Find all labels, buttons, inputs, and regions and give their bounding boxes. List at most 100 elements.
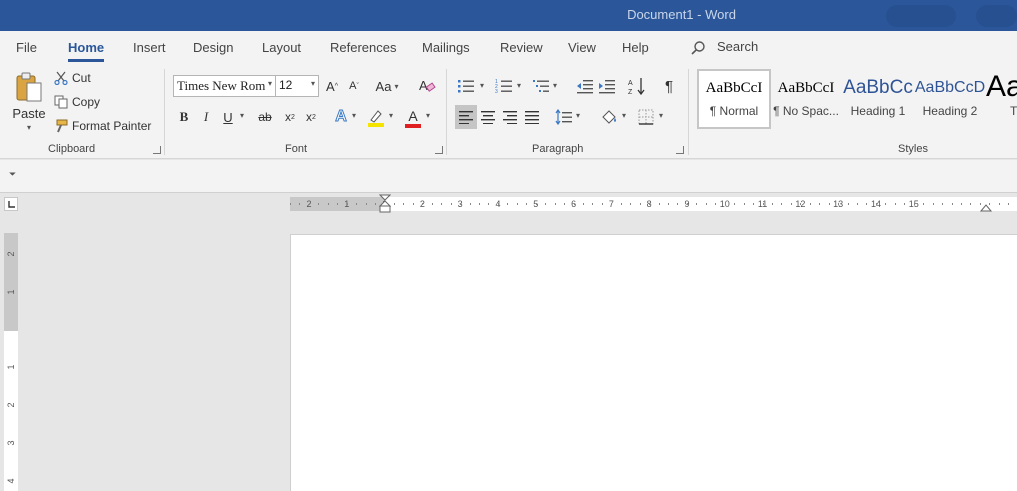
clipboard-launcher-icon[interactable] xyxy=(153,146,161,154)
tab-design[interactable]: Design xyxy=(193,40,233,55)
style-title[interactable]: Aa T xyxy=(986,71,1017,127)
horizontal-ruler[interactable]: 21123456789101112131415 xyxy=(290,194,1017,214)
align-left-button[interactable] xyxy=(455,105,477,129)
style-normal-label: ¶ Normal xyxy=(709,104,759,118)
tab-file[interactable]: File xyxy=(16,40,37,55)
change-case-button[interactable]: Aa ▾ xyxy=(372,77,402,95)
line-spacing-button[interactable] xyxy=(553,106,575,128)
ruler-tick xyxy=(913,203,915,205)
superscript-button[interactable]: x2 xyxy=(302,108,320,126)
line-spacing-dropdown-icon[interactable]: ▾ xyxy=(576,111,580,120)
font-size-select[interactable]: 12 ▾ xyxy=(275,75,319,97)
font-color-dropdown-icon[interactable]: ▾ xyxy=(426,111,430,120)
tab-layout[interactable]: Layout xyxy=(262,40,301,55)
underline-dropdown-icon[interactable]: ▾ xyxy=(240,111,244,120)
grow-font-button[interactable]: A ^ xyxy=(323,77,341,95)
ruler-tick xyxy=(403,203,405,205)
style-heading-2[interactable]: AaBbCcD Heading 2 xyxy=(914,71,986,127)
ruler-tick xyxy=(630,203,632,205)
highlight-button[interactable] xyxy=(366,107,386,129)
strikethrough-button[interactable]: ab xyxy=(255,108,275,126)
ruler-tick xyxy=(734,203,736,205)
copy-button[interactable]: Copy xyxy=(54,92,100,112)
align-right-button[interactable] xyxy=(500,105,520,129)
font-color-glyph: A xyxy=(408,107,418,124)
ruler-tick xyxy=(441,203,443,205)
text-effects-dropdown-icon[interactable]: ▾ xyxy=(352,111,356,120)
align-center-button[interactable] xyxy=(478,105,498,129)
ruler-tick xyxy=(318,203,320,205)
tab-references[interactable]: References xyxy=(330,40,396,55)
show-formatting-marks-button[interactable]: ¶ xyxy=(659,76,679,96)
ruler-tick xyxy=(516,203,518,205)
tab-review[interactable]: Review xyxy=(500,40,543,55)
ruler-tick xyxy=(857,203,858,205)
numbering-button[interactable]: 1 2 3 xyxy=(494,76,514,96)
ruler-tick xyxy=(308,203,310,205)
font-size-value: 12 xyxy=(279,78,293,92)
account-avatar[interactable] xyxy=(976,5,1017,27)
ruler-tick xyxy=(724,203,726,205)
bullets-button[interactable] xyxy=(456,76,476,96)
text-effects-button[interactable]: A xyxy=(331,107,351,127)
document-page[interactable] xyxy=(290,234,1017,491)
format-painter-button[interactable]: Format Painter xyxy=(54,116,151,136)
tab-home[interactable]: Home xyxy=(68,40,105,62)
tab-mailings[interactable]: Mailings xyxy=(422,40,470,55)
numbering-dropdown-icon[interactable]: ▾ xyxy=(517,81,521,90)
right-indent-marker-icon[interactable] xyxy=(980,202,992,212)
indent-marker-icon[interactable] xyxy=(379,194,391,214)
sort-button[interactable]: A Z xyxy=(627,75,647,97)
shrink-font-button[interactable]: Aˇ xyxy=(345,77,363,95)
cut-button[interactable]: Cut xyxy=(54,68,91,88)
style-heading-1[interactable]: AaBbCc Heading 1 xyxy=(842,71,914,127)
bold-button[interactable]: B xyxy=(176,108,192,126)
ruler-tick xyxy=(611,203,613,205)
grow-caret-icon: ^ xyxy=(334,82,338,90)
styles-group-label: Styles xyxy=(898,143,928,155)
paragraph-launcher-icon[interactable] xyxy=(676,146,684,154)
tab-insert[interactable]: Insert xyxy=(133,40,166,55)
ruler-tick xyxy=(592,203,594,205)
ruler-tick xyxy=(762,203,764,205)
ruler-tick xyxy=(715,203,717,205)
tab-selector[interactable] xyxy=(4,197,18,211)
highlight-dropdown-icon[interactable]: ▾ xyxy=(389,111,393,120)
search-label: Search xyxy=(717,39,759,54)
borders-icon xyxy=(638,109,654,125)
underline-button[interactable]: U xyxy=(220,108,236,126)
justify-button[interactable] xyxy=(522,105,542,129)
tab-view[interactable]: View xyxy=(568,40,596,55)
borders-button[interactable] xyxy=(635,106,657,128)
ruler-tick xyxy=(346,203,348,205)
paste-dropdown-icon[interactable]: ▾ xyxy=(27,123,31,132)
increase-indent-button[interactable] xyxy=(597,76,617,96)
shading-button[interactable] xyxy=(598,106,620,128)
font-launcher-icon[interactable] xyxy=(435,146,443,154)
account-area[interactable] xyxy=(886,5,956,27)
ruler-tick xyxy=(696,203,698,205)
shading-dropdown-icon[interactable]: ▾ xyxy=(622,111,626,120)
font-family-select[interactable]: Times New Rom ▾ xyxy=(173,75,276,97)
borders-dropdown-icon[interactable]: ▾ xyxy=(659,111,663,120)
ruler-tick xyxy=(582,203,584,205)
italic-button[interactable]: I xyxy=(198,108,214,126)
style-normal[interactable]: AaBbCcI ¶ Normal xyxy=(698,71,770,127)
customize-toolbar-icon[interactable]: ⏷ xyxy=(9,169,16,180)
font-color-button[interactable]: A xyxy=(403,107,423,129)
multilevel-list-button[interactable] xyxy=(531,76,551,96)
ruler-tick xyxy=(960,203,962,205)
vertical-ruler[interactable]: 2 1 1 2 3 4 xyxy=(4,233,18,491)
multilevel-dropdown-icon[interactable]: ▾ xyxy=(553,81,557,90)
clear-formatting-button[interactable]: A xyxy=(417,76,437,96)
paste-button[interactable]: Paste ▾ xyxy=(10,68,48,134)
ruler-tick xyxy=(526,203,528,205)
tab-help[interactable]: Help xyxy=(622,40,649,55)
format-painter-icon xyxy=(56,119,68,133)
style-no-spacing[interactable]: AaBbCcI ¶ No Spac... xyxy=(770,71,842,127)
decrease-indent-button[interactable] xyxy=(575,76,595,96)
bullets-dropdown-icon[interactable]: ▾ xyxy=(480,81,484,90)
ruler-tick xyxy=(705,203,707,205)
ruler-tick xyxy=(658,203,660,205)
subscript-button[interactable]: x2 xyxy=(281,108,299,126)
